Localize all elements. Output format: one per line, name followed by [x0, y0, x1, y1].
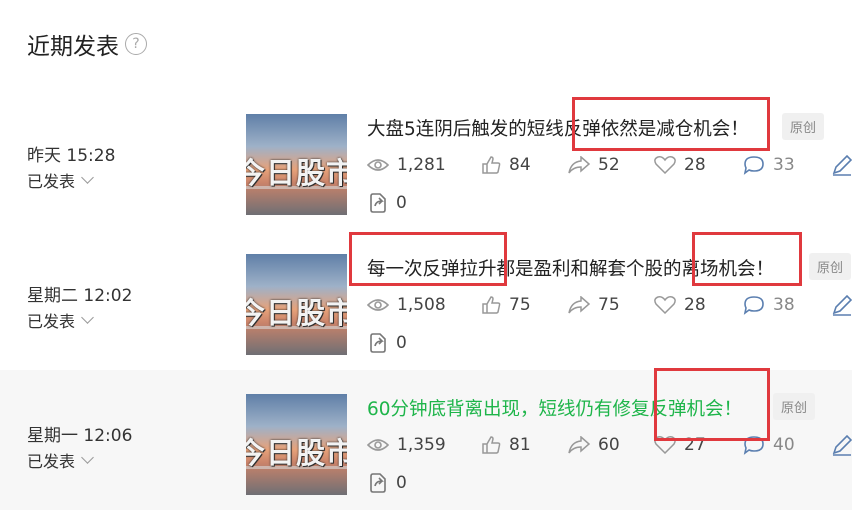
post-date: 星期二 12:02 — [27, 286, 133, 306]
post-stats: 1,281 84 52 28 33 — [367, 154, 852, 176]
share-arrow-icon — [568, 156, 590, 174]
views-count: 1,359 — [397, 435, 446, 455]
favorites-stat: 28 — [654, 295, 743, 315]
views-count: 1,281 — [397, 155, 446, 175]
shares-count: 75 — [598, 295, 620, 315]
likes-count: 75 — [509, 295, 531, 315]
eye-icon — [367, 299, 389, 311]
section-title-text: 近期发表 — [27, 34, 119, 60]
favorites-count: 28 — [684, 155, 706, 175]
post-status-dropdown[interactable]: 已发表 — [27, 308, 94, 332]
comments-count: 38 — [773, 295, 795, 315]
share-arrow-icon — [568, 436, 590, 454]
post-status-label: 已发表 — [27, 312, 76, 331]
section-title: 近期发表 ? — [27, 27, 147, 61]
highlight-box — [654, 368, 770, 441]
export-doc-icon — [370, 193, 386, 213]
highlight-box — [572, 97, 770, 151]
thumbnail-text: 今日股市 — [246, 156, 347, 190]
shares-count: 60 — [598, 435, 620, 455]
chevron-down-icon — [81, 451, 94, 464]
post-thumbnail[interactable]: 今日股市 — [246, 394, 347, 495]
original-badge: 原创 — [782, 113, 825, 140]
heart-icon — [654, 156, 676, 174]
share-arrow-icon — [568, 296, 590, 314]
views-stat: 1,359 — [367, 435, 481, 455]
chevron-down-icon — [81, 171, 94, 184]
eye-icon — [367, 439, 389, 451]
original-badge: 原创 — [809, 253, 852, 280]
comment-bubble-icon — [743, 156, 764, 175]
post-thumbnail[interactable]: 今日股市 — [246, 114, 347, 215]
comment-bubble-icon — [743, 296, 764, 315]
views-stat: 1,508 — [367, 295, 481, 315]
edit-stat[interactable]: 0 — [368, 332, 407, 354]
edit-count: 0 — [396, 193, 407, 213]
comments-stat: 38 — [743, 295, 831, 315]
likes-count: 84 — [509, 155, 531, 175]
post-row: 昨天 15:28 已发表 今日股市 大盘5连阴后触发的短线反弹依然是减仓机会！ … — [0, 90, 852, 230]
post-date: 昨天 15:28 — [27, 146, 116, 166]
post-date: 星期一 12:06 — [27, 426, 133, 446]
thumbnail-text: 今日股市 — [246, 296, 347, 330]
export-doc-icon — [370, 473, 386, 493]
post-status-dropdown[interactable]: 已发表 — [27, 448, 94, 472]
comments-stat: 33 — [743, 155, 831, 175]
favorites-count: 28 — [684, 295, 706, 315]
shares-stat: 60 — [568, 435, 654, 455]
post-stats: 1,359 81 60 27 40 — [367, 434, 852, 456]
post-status-label: 已发表 — [27, 172, 76, 191]
thumbs-up-icon — [482, 156, 501, 174]
eye-icon — [367, 159, 389, 171]
edit-stat[interactable]: 0 — [368, 192, 407, 214]
likes-stat: 75 — [481, 295, 568, 315]
edit-count: 0 — [396, 333, 407, 353]
pencil-icon[interactable] — [831, 154, 852, 176]
post-thumbnail[interactable]: 今日股市 — [246, 254, 347, 355]
thumbs-up-icon — [482, 296, 501, 314]
likes-stat: 81 — [481, 435, 568, 455]
comments-count: 40 — [773, 435, 795, 455]
pencil-icon[interactable] — [831, 294, 852, 316]
post-stats: 1,508 75 75 28 38 — [367, 294, 852, 316]
views-count: 1,508 — [397, 295, 446, 315]
original-badge: 原创 — [773, 393, 816, 420]
thumbnail-text: 今日股市 — [246, 436, 347, 470]
favorites-stat: 28 — [654, 155, 743, 175]
post-status-dropdown[interactable]: 已发表 — [27, 168, 94, 192]
post-row: 星期一 12:06 已发表 今日股市 60分钟底背离出现，短线仍有修复反弹机会！… — [0, 368, 852, 510]
shares-count: 52 — [598, 155, 620, 175]
highlight-box — [692, 232, 802, 286]
likes-stat: 84 — [481, 155, 568, 175]
chevron-down-icon — [81, 311, 94, 324]
views-stat: 1,281 — [367, 155, 481, 175]
heart-icon — [654, 296, 676, 314]
shares-stat: 75 — [568, 295, 654, 315]
highlight-box — [349, 232, 507, 286]
shares-stat: 52 — [568, 155, 654, 175]
pencil-icon[interactable] — [831, 434, 852, 456]
edit-count: 0 — [396, 473, 407, 493]
thumbs-up-icon — [482, 436, 501, 454]
post-row: 星期二 12:02 已发表 今日股市 每一次反弹拉升都是盈利和解套个股的离场机会… — [0, 230, 852, 370]
question-circle-icon[interactable]: ? — [125, 33, 147, 55]
export-doc-icon — [370, 333, 386, 353]
comments-count: 33 — [773, 155, 795, 175]
likes-count: 81 — [509, 435, 531, 455]
edit-stat[interactable]: 0 — [368, 472, 407, 494]
post-status-label: 已发表 — [27, 452, 76, 471]
